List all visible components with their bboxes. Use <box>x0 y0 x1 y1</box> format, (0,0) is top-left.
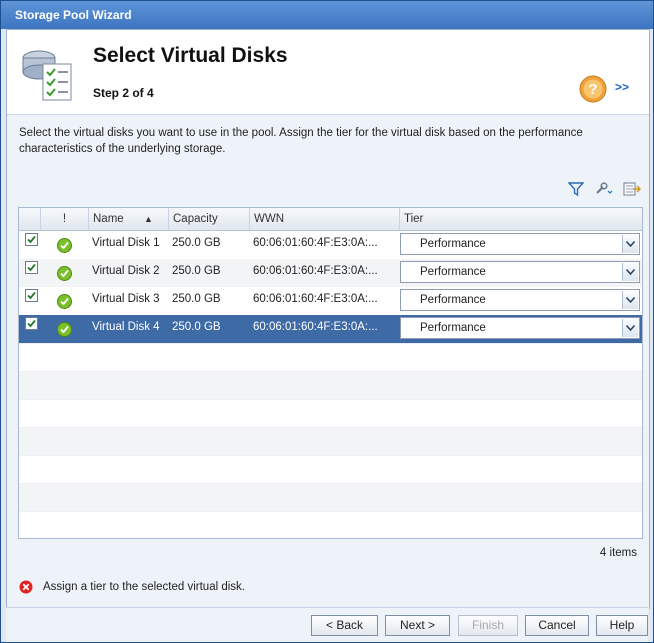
next-button[interactable]: Next > <box>385 615 450 636</box>
tier-value: Performance <box>420 322 486 334</box>
tier-column-header[interactable]: Tier <box>400 208 642 230</box>
wrench-icon[interactable] <box>594 182 614 199</box>
instructions-text: Select the virtual disks you want to use… <box>19 127 583 155</box>
tier-value: Performance <box>420 294 486 306</box>
empty-table-row <box>19 371 642 400</box>
wizard-window: Storage Pool Wizard Select Virtual Disks… <box>0 0 654 643</box>
empty-table-row <box>19 343 642 372</box>
help-question-icon[interactable]: ? <box>579 75 607 103</box>
disk-name: Virtual Disk 3 <box>92 293 160 305</box>
disk-wwn: 60:06:01:60:4F:E3:0A:... <box>253 265 378 277</box>
table-row[interactable]: Virtual Disk 4 250.0 GB 60:06:01:60:4F:E3:… <box>19 315 642 343</box>
window-title: Storage Pool Wizard <box>1 1 653 29</box>
wizard-header: Select Virtual Disks Step 2 of 4 ? >> <box>7 30 649 114</box>
validation-error: Assign a tier to the selected virtual di… <box>19 580 245 594</box>
table-toolbar <box>562 182 642 200</box>
status-column-header[interactable]: ! <box>41 208 89 230</box>
tier-select[interactable]: Performance <box>400 233 640 255</box>
export-icon[interactable] <box>623 182 642 199</box>
disk-name: Virtual Disk 1 <box>92 237 160 249</box>
expand-link[interactable]: >> <box>615 80 629 94</box>
finish-button[interactable]: Finish <box>458 615 518 636</box>
tier-value: Performance <box>420 266 486 278</box>
checkmark-ok-icon <box>57 322 72 337</box>
wwn-column-header[interactable]: WWN <box>250 208 400 230</box>
empty-table-row <box>19 399 642 428</box>
disk-wwn: 60:06:01:60:4F:E3:0A:... <box>253 293 378 305</box>
item-count: 4 items <box>599 547 637 559</box>
table-row[interactable]: Virtual Disk 2 250.0 GB 60:06:01:60:4F:E3:… <box>19 259 642 287</box>
tier-select[interactable]: Performance <box>400 289 640 311</box>
table-row[interactable]: Virtual Disk 1 250.0 GB 60:06:01:60:4F:E3:… <box>19 231 642 259</box>
checkmark-ok-icon <box>57 266 72 281</box>
checkmark-ok-icon <box>57 238 72 253</box>
tier-select[interactable]: Performance <box>400 261 640 283</box>
disk-capacity: 250.0 GB <box>172 321 221 333</box>
table-header: ! Name ▲ Capacity WWN Tier <box>19 208 642 231</box>
empty-table-row <box>19 455 642 484</box>
row-checkbox[interactable] <box>25 317 38 330</box>
chevron-down-icon[interactable] <box>622 291 638 309</box>
name-column-header[interactable]: Name ▲ <box>89 208 169 230</box>
disk-capacity: 250.0 GB <box>172 237 221 249</box>
disk-capacity: 250.0 GB <box>172 293 221 305</box>
empty-table-row <box>19 511 642 540</box>
page-title: Select Virtual Disks <box>93 44 288 67</box>
wizard-panel: Select Virtual Disks Step 2 of 4 ? >> Se… <box>6 29 650 609</box>
row-checkbox[interactable] <box>25 233 38 246</box>
error-x-icon <box>19 580 33 594</box>
select-column-header[interactable] <box>19 208 41 230</box>
chevron-down-icon[interactable] <box>622 319 638 337</box>
chevron-down-icon[interactable] <box>622 235 638 253</box>
table-row[interactable]: Virtual Disk 3 250.0 GB 60:06:01:60:4F:E3:… <box>19 287 642 315</box>
chevron-down-icon[interactable] <box>622 263 638 281</box>
error-message: Assign a tier to the selected virtual di… <box>43 581 245 594</box>
disk-name: Virtual Disk 2 <box>92 265 160 277</box>
back-button[interactable]: < Back <box>311 615 378 636</box>
virtual-disk-table: ! Name ▲ Capacity WWN Tier Virtual Disk … <box>18 207 643 539</box>
filter-icon[interactable] <box>567 182 585 199</box>
wizard-body: Select the virtual disks you want to use… <box>7 114 649 609</box>
step-indicator: Step 2 of 4 <box>93 86 154 100</box>
disk-wwn: 60:06:01:60:4F:E3:0A:... <box>253 237 378 249</box>
tier-select[interactable]: Performance <box>400 317 640 339</box>
disk-checklist-icon <box>22 50 72 101</box>
tier-value: Performance <box>420 238 486 250</box>
checkmark-ok-icon <box>57 294 72 309</box>
cancel-button[interactable]: Cancel <box>525 615 589 636</box>
wizard-footer: < Back Next > Finish Cancel Help <box>6 607 648 642</box>
empty-table-row <box>19 483 642 512</box>
row-checkbox[interactable] <box>25 261 38 274</box>
svg-text:?: ? <box>588 81 597 98</box>
row-checkbox[interactable] <box>25 289 38 302</box>
disk-name: Virtual Disk 4 <box>92 321 160 333</box>
disk-capacity: 250.0 GB <box>172 265 221 277</box>
name-header-label: Name <box>93 213 124 225</box>
empty-table-row <box>19 427 642 456</box>
capacity-column-header[interactable]: Capacity <box>169 208 250 230</box>
disk-wwn: 60:06:01:60:4F:E3:0A:... <box>253 321 378 333</box>
help-button[interactable]: Help <box>596 615 648 636</box>
sort-ascending-icon: ▲ <box>144 214 153 224</box>
